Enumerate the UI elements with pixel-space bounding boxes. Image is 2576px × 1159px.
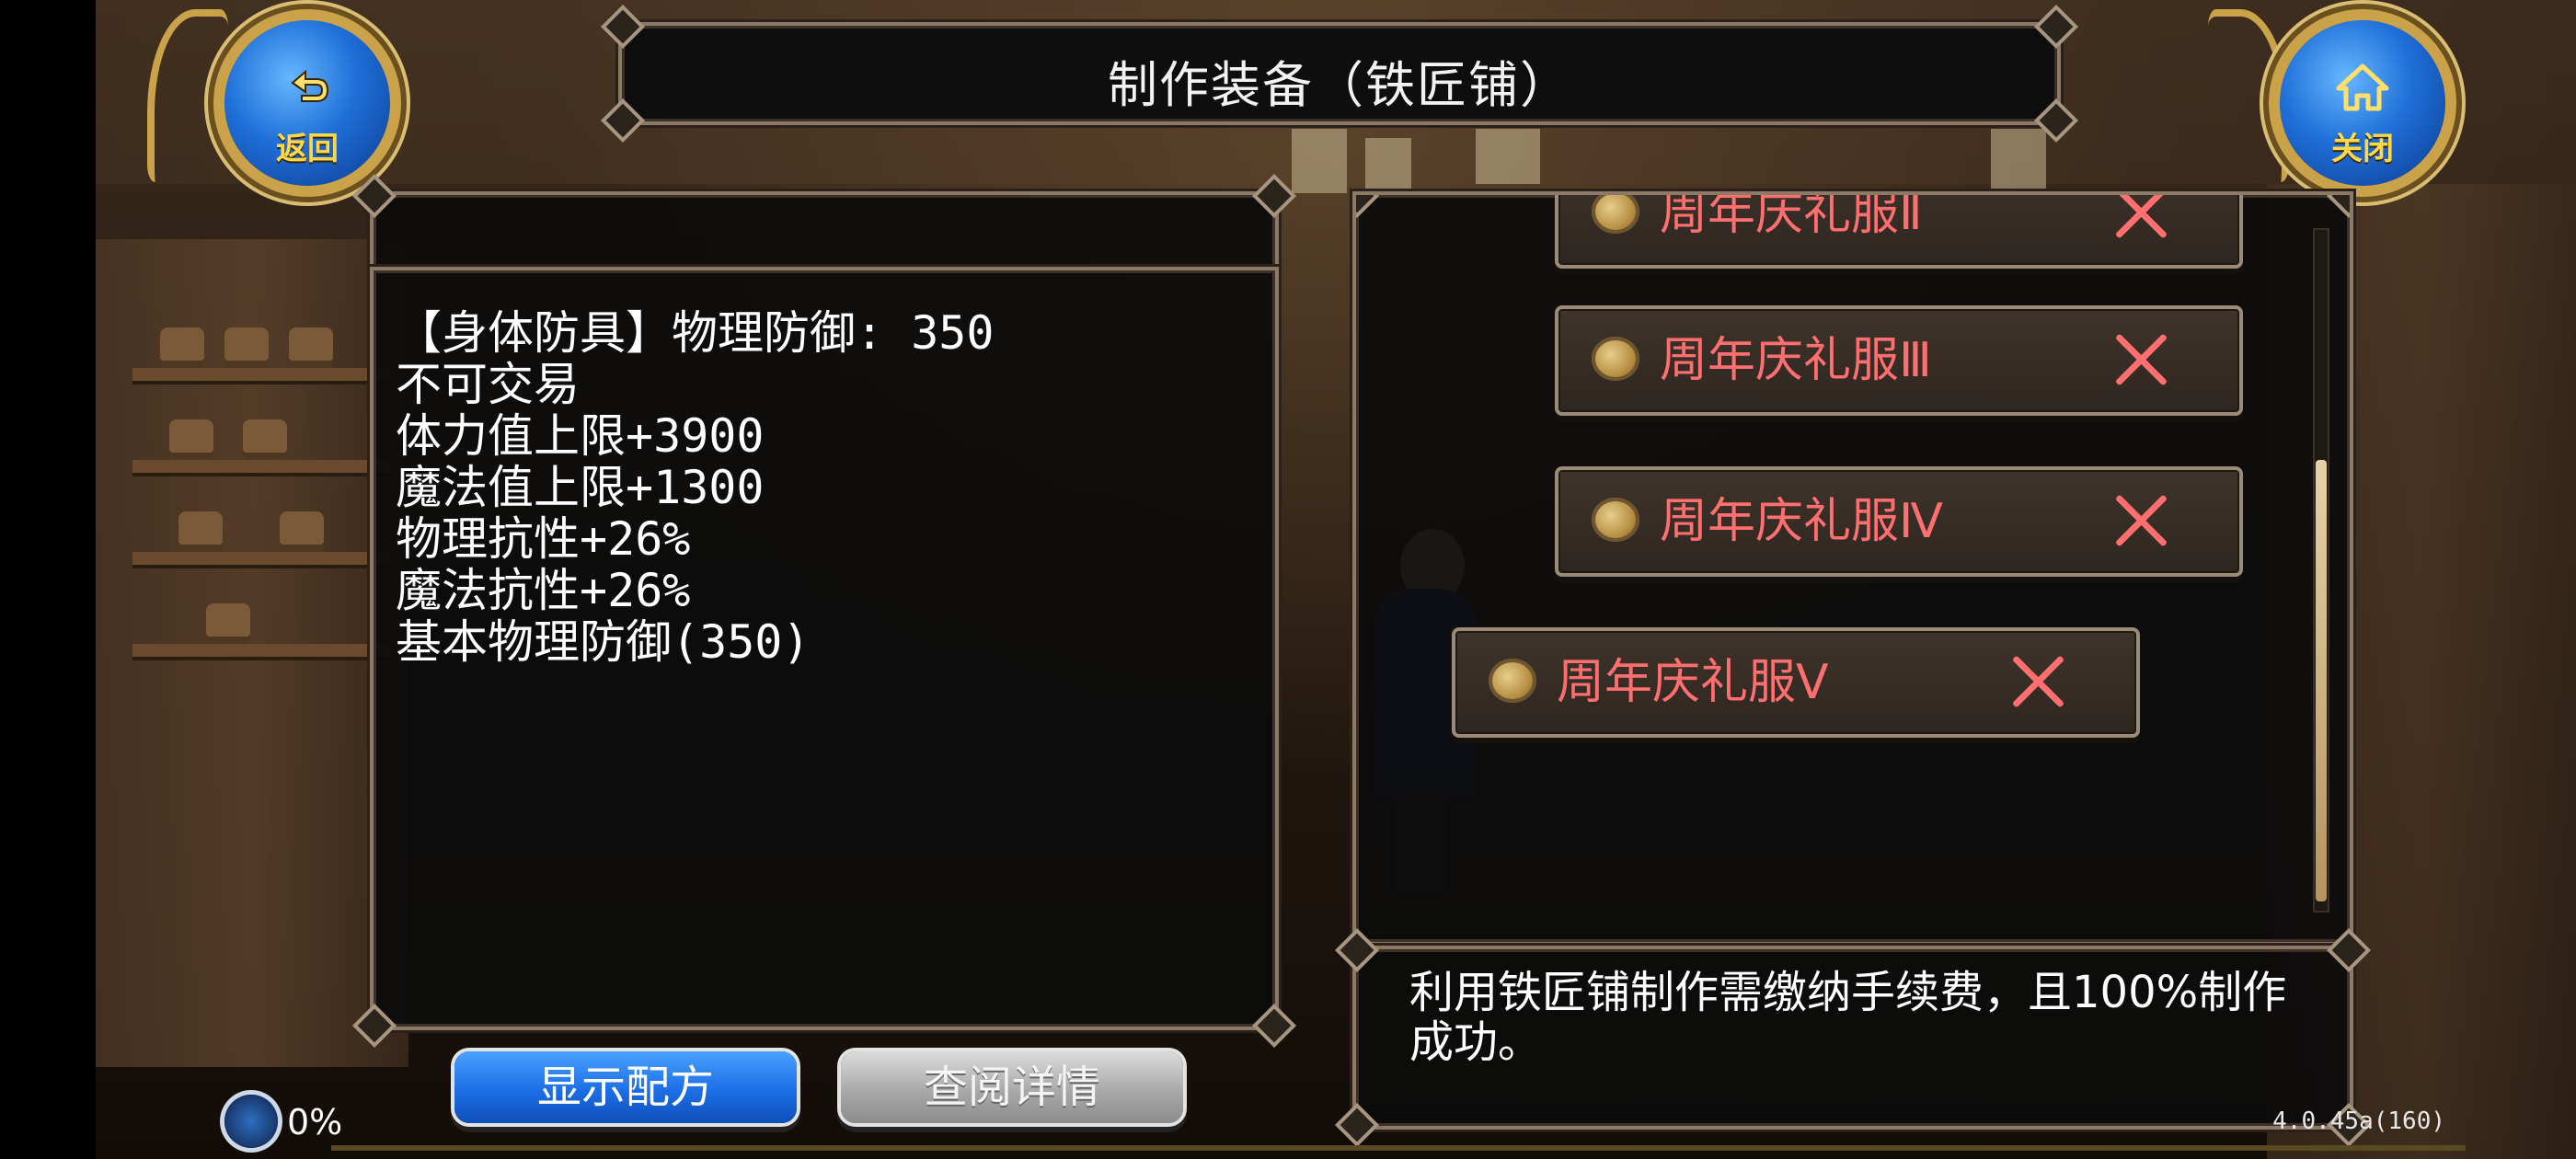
item-stat-line: 基本物理防御(350) [396,615,811,669]
back-button[interactable]: 返回 [224,20,390,186]
item-stat-line: 魔法抗性+26% [396,564,691,617]
recipe-list-item[interactable]: 周年庆礼服Ⅳ [1555,466,2243,577]
recipe-item-label: 周年庆礼服Ⅱ [1660,191,1923,241]
crafting-note: 利用铁匠铺制作需缴纳手续费，且100%制作成功。 [1409,967,2287,1068]
item-stat-line: 魔法值上限+1300 [396,461,765,514]
recipe-list-item-selected[interactable]: 周年庆礼服Ⅴ [1452,627,2140,738]
cross-icon [2006,649,2070,714]
cross-icon [2109,488,2173,553]
close-button[interactable]: 关闭 [2280,20,2445,186]
costume-icon [1592,337,1639,381]
cross-icon [2109,327,2173,392]
item-header-panel [351,173,1297,272]
scrollbar-thumb[interactable] [2316,460,2327,901]
version-label: 4.0.45a(160) [2272,1107,2445,1135]
note-panel: 利用铁匠铺制作需缴纳手续费，且100%制作成功。 [1334,927,2372,1148]
page-title: 制作装备（铁匠铺） [1108,56,1571,114]
progress-percent: 0% [287,1102,343,1142]
close-button-label: 关闭 [2331,131,2394,167]
item-details-panel: 【身体防具】物理防御: 350 不可交易 体力值上限+3900 魔法值上限+13… [351,267,1297,1049]
back-button-label: 返回 [276,131,339,167]
view-details-button[interactable]: 查阅详情 [841,1051,1183,1123]
recipe-item-label: 周年庆礼服Ⅲ [1660,333,1932,388]
title-bar: 制作装备（铁匠铺） [600,4,2079,143]
recipe-list-panel[interactable]: 周年庆礼服Ⅱ 周年庆礼服Ⅲ 周年庆礼服Ⅳ 周年庆礼服Ⅴ [1352,191,2353,946]
item-stat-line: 物理抗性+26% [396,512,691,566]
item-stat-line: 体力值上限+3900 [396,409,765,463]
progress-bar [331,1145,2466,1151]
costume-icon [1592,498,1639,542]
item-stat-line: 【身体防具】物理防御: 350 [396,306,995,360]
cross-icon [2109,195,2173,245]
item-stat-line: 不可交易 [396,358,580,411]
recipe-item-label: 周年庆礼服Ⅴ [1557,655,1829,710]
recipe-list-scrollbar[interactable] [2313,228,2329,912]
recipe-list-item[interactable]: 周年庆礼服Ⅲ [1555,305,2243,416]
item-stats-list: 【身体防具】物理防御: 350 不可交易 体力值上限+3900 魔法值上限+13… [396,307,995,668]
return-arrow-icon [291,69,329,102]
recipe-item-label: 周年庆礼服Ⅳ [1660,494,1943,549]
show-recipe-button[interactable]: 显示配方 [454,1051,797,1123]
costume-icon [1489,659,1536,703]
loading-icon [224,1095,278,1148]
home-icon [2336,63,2389,111]
costume-icon [1592,195,1639,234]
recipe-list-item[interactable]: 周年庆礼服Ⅱ [1555,191,2243,269]
